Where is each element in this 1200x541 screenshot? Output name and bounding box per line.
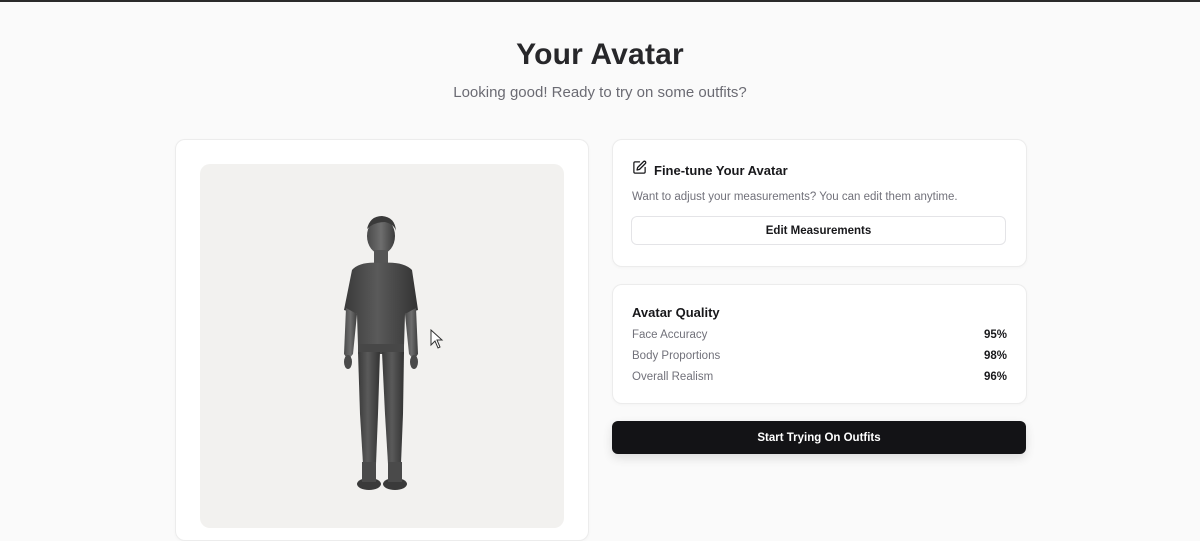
edit-icon [632, 160, 647, 180]
finetune-title: Fine-tune Your Avatar [654, 162, 788, 178]
mouse-cursor-icon [430, 328, 444, 354]
finetune-card: Fine-tune Your Avatar Want to adjust you… [612, 139, 1027, 267]
metric-row-face-accuracy: Face Accuracy 95% [632, 329, 1007, 341]
avatar-viewer[interactable] [200, 164, 564, 528]
metric-label: Face Accuracy [632, 329, 708, 341]
avatar-quality-card: Avatar Quality Face Accuracy 95% Body Pr… [612, 284, 1027, 404]
metric-value: 96% [983, 371, 1007, 383]
metric-row-overall-realism: Overall Realism 96% [632, 371, 1007, 383]
metric-label: Body Proportions [632, 350, 721, 362]
finetune-header: Fine-tune Your Avatar [632, 160, 788, 180]
avatar-figure [344, 216, 418, 490]
quality-title: Avatar Quality [632, 305, 720, 320]
edit-measurements-button[interactable]: Edit Measurements [631, 216, 1006, 245]
page-title: Your Avatar [516, 38, 684, 71]
page-subtitle: Looking good! Ready to try on some outfi… [453, 84, 747, 101]
avatar-preview-card [175, 139, 589, 541]
finetune-description: Want to adjust your measurements? You ca… [632, 191, 958, 203]
metric-value: 98% [983, 350, 1007, 362]
metric-value: 95% [983, 329, 1007, 341]
metric-label: Overall Realism [632, 371, 714, 383]
metric-row-body-proportions: Body Proportions 98% [632, 350, 1007, 362]
start-trying-outfits-button[interactable]: Start Trying On Outfits [612, 421, 1026, 454]
